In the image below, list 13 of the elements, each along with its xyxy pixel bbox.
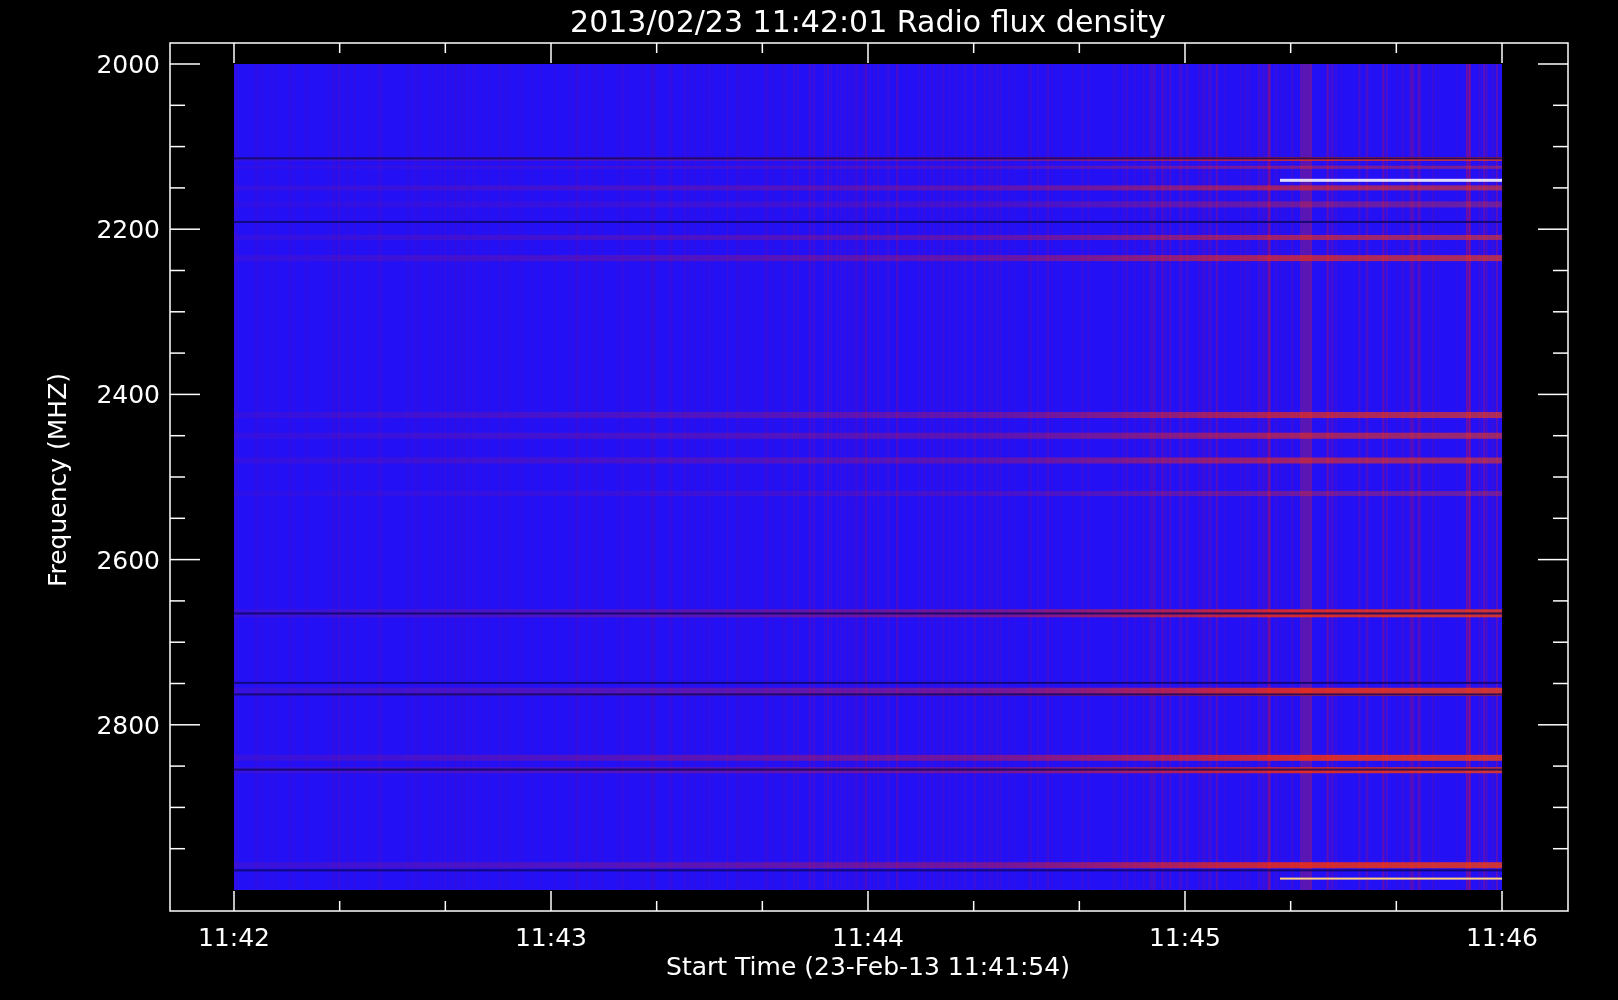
y-tick-label: 2000 xyxy=(96,50,160,79)
x-tick-label: 11:43 xyxy=(515,923,587,952)
x-tick-label: 11:42 xyxy=(198,923,270,952)
x-axis-label: Start Time (23-Feb-13 11:41:54) xyxy=(666,952,1070,981)
x-tick-label: 11:44 xyxy=(832,923,904,952)
y-axis-label: Frequency (MHZ) xyxy=(43,372,72,588)
x-tick-label: 11:46 xyxy=(1466,923,1538,952)
y-tick-label: 2200 xyxy=(96,215,160,245)
y-tick-label: 2800 xyxy=(96,710,160,740)
y-tick-label: 2600 xyxy=(96,545,160,575)
x-tick-label: 11:45 xyxy=(1149,923,1221,952)
plot-title: 2013/02/23 11:42:01 Radio flux density xyxy=(570,4,1166,39)
y-tick-label: 2400 xyxy=(96,380,160,410)
